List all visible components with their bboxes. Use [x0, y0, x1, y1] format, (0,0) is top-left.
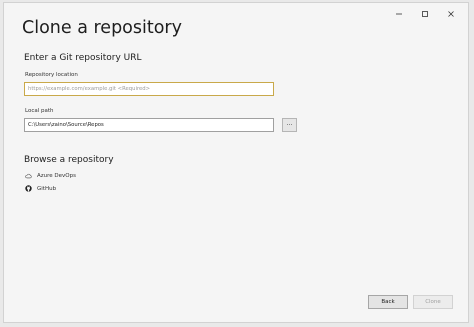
- clone-repository-window: Clone a repository Enter a Git repositor…: [3, 2, 469, 323]
- browse-repository-heading: Browse a repository: [24, 155, 114, 165]
- repository-location-label: Repository location: [25, 72, 78, 78]
- provider-label: Azure DevOps: [37, 172, 76, 179]
- browse-folder-button[interactable]: ...: [282, 118, 297, 132]
- close-icon[interactable]: [438, 8, 464, 20]
- minimize-icon[interactable]: [386, 8, 412, 20]
- local-path-input[interactable]: [24, 118, 274, 132]
- provider-azure-devops[interactable]: Azure DevOps: [25, 172, 76, 179]
- maximize-icon[interactable]: [412, 8, 438, 20]
- provider-label: GitHub: [37, 185, 57, 192]
- provider-github[interactable]: GitHub: [25, 185, 56, 192]
- git-url-heading: Enter a Git repository URL: [24, 53, 142, 63]
- repository-location-input[interactable]: [24, 82, 274, 96]
- back-button[interactable]: Back: [368, 295, 408, 309]
- local-path-label: Local path: [25, 108, 54, 114]
- page-title: Clone a repository: [22, 18, 182, 38]
- cloud-icon: [25, 172, 32, 179]
- window-controls: [386, 8, 464, 20]
- clone-button[interactable]: Clone: [413, 295, 453, 309]
- github-icon: [25, 185, 32, 192]
